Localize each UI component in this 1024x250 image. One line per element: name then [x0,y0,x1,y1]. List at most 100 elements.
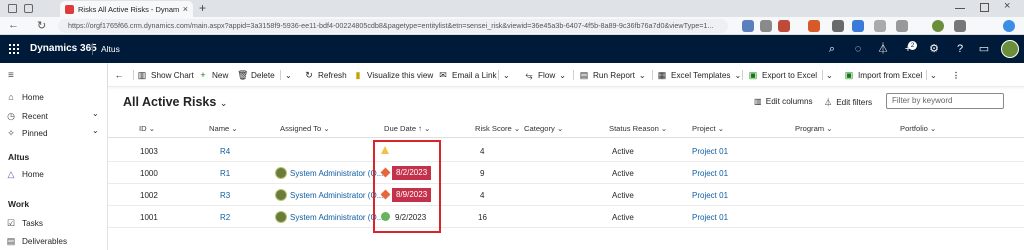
delete-button[interactable]: 🗑 Delete [237,69,275,81]
extension-a-icon[interactable] [742,20,754,32]
edit-columns-button[interactable]: ▥ Edit columns [754,96,813,107]
import-excel-label: Import from Excel [858,70,923,80]
minimize-icon[interactable] [955,8,965,9]
column-header-category[interactable]: Category ⌄ [524,124,563,133]
user-avatar-icon [275,211,287,223]
powerbi-icon: ▮ [355,69,361,80]
column-header-id[interactable]: ID ⌄ [139,124,155,133]
browser-tab-active[interactable]: Risks All Active Risks - Dynamics × [60,1,193,17]
cell-project-link[interactable]: Project 01 [692,191,728,200]
cell-project-link[interactable]: Project 01 [692,169,728,178]
run-report-button[interactable]: ▤ Run Report ⌄ [579,69,646,81]
search-icon[interactable]: ⌕ [826,43,838,55]
column-header-project[interactable]: Project ⌄ [692,124,724,133]
cell-assigned-link[interactable]: System Administrator (O... [290,213,383,222]
excel-icon: ▣ [844,69,854,80]
extension-d-icon[interactable] [808,20,820,32]
chevron-down-icon[interactable]: ⌄ [92,125,99,135]
chevron-down-icon[interactable]: ⌄ [92,108,99,118]
browser-menu-icon[interactable] [954,20,966,32]
email-dropdown-chevron-icon[interactable]: ⌄ [503,69,510,81]
sidebar-item-altus-home[interactable]: △ Home [0,166,108,182]
edit-filters-button[interactable]: ⏃ Edit filters [824,96,872,108]
filter-icon[interactable]: ⏃ [877,43,889,55]
extension-b-icon[interactable] [760,20,772,32]
sidebar-item-tasks[interactable]: ☑ Tasks [0,215,108,231]
pin-icon: ✧ [7,127,15,138]
tab-actions-icon[interactable] [8,4,17,13]
cell-project-link[interactable]: Project 01 [692,147,728,156]
help-icon[interactable]: ? [954,43,966,55]
export-dropdown-chevron-icon[interactable]: ⌄ [826,69,833,81]
new-tab-button[interactable]: + [199,1,206,15]
notification-badge[interactable]: 2 [908,41,917,50]
settings-gear-icon[interactable]: ⚙ [928,43,940,55]
column-header-status-reason[interactable]: Status Reason ⌄ [609,124,667,133]
view-selector[interactable]: All Active Risks ⌄ [123,95,227,109]
column-header-risk-score[interactable]: Risk Score ⌄ [475,124,520,133]
divider [498,70,499,80]
column-header-program[interactable]: Program ⌄ [795,124,833,133]
import-dropdown-chevron-icon[interactable]: ⌄ [930,69,937,81]
sidebar-item-recent[interactable]: ◷ Recent ⌄ [0,108,108,124]
excel-templates-button[interactable]: ▦ Excel Templates ⌄ [657,69,742,81]
close-window-icon[interactable]: × [1004,0,1010,12]
divider [280,70,281,80]
copilot-icon[interactable] [1003,20,1015,32]
chat-icon[interactable]: ▭ [978,43,990,55]
column-header-assigned-to[interactable]: Assigned To ⌄ [280,124,330,133]
cell-name-link[interactable]: R1 [220,169,230,178]
close-tab-icon[interactable]: × [183,4,188,14]
app-launcher-icon[interactable] [9,44,19,54]
extension-e-icon[interactable] [832,20,844,32]
cell-project-link[interactable]: Project 01 [692,213,728,222]
table-row[interactable] [108,140,1024,162]
filter-keyword-input[interactable]: Filter by keyword [886,93,1004,109]
back-button[interactable]: ← [114,69,124,81]
flow-button[interactable]: ⥃ Flow ⌄ [524,69,566,81]
reload-icon[interactable]: ↻ [37,19,46,32]
table-row[interactable] [108,206,1024,228]
app-name[interactable]: Dynamics 365 [30,43,97,54]
more-commands-icon[interactable]: ⋮ [952,69,960,81]
back-icon[interactable]: ← [8,19,19,31]
email-link-button[interactable]: ✉ Email a Link [438,69,496,81]
cell-name-link[interactable]: R2 [220,213,230,222]
visualize-view-button[interactable]: ▮ Visualize this view [353,69,434,81]
report-icon: ▤ [579,69,589,80]
flow-label: Flow [538,70,556,80]
column-header-name[interactable]: Name ⌄ [209,124,238,133]
cell-name-link[interactable]: R4 [220,147,230,156]
export-excel-button[interactable]: ▣ Export to Excel [748,69,817,81]
show-chart-button[interactable]: ▥ Show Chart [137,69,194,81]
refresh-button[interactable]: ↻ Refresh [304,69,346,81]
maximize-icon[interactable] [980,3,989,12]
new-button[interactable]: + New [198,69,228,81]
profile-icon[interactable] [932,20,944,32]
sidebar-item-home[interactable]: ⌂ Home [0,89,108,105]
collections-icon[interactable] [896,20,908,32]
url-field[interactable]: https://orgf1765f66.crm.dynamics.com/mai… [58,19,728,33]
excel-icon: ▣ [748,69,758,80]
cell-assigned-link[interactable]: System Administrator (O... [290,169,383,178]
lightbulb-icon[interactable]: ◌ [852,43,864,55]
cell-assigned-link[interactable]: System Administrator (O... [290,191,383,200]
extension-c-icon[interactable] [778,20,790,32]
user-avatar[interactable] [1001,40,1019,58]
import-excel-button[interactable]: ▣ Import from Excel [844,69,922,81]
flow-icon: ⥃ [525,69,533,80]
workspaces-icon[interactable] [24,4,33,13]
sidebar-item-deliverables[interactable]: ▤ Deliverables [0,233,108,249]
favorites-icon[interactable] [874,20,886,32]
table-row[interactable] [108,184,1024,206]
delete-dropdown-chevron-icon[interactable]: ⌄ [285,69,292,81]
column-header-due-date[interactable]: Due Date ↑ ⌄ [384,124,431,133]
sidebar-item-pinned[interactable]: ✧ Pinned ⌄ [0,125,108,141]
sort-ascending-icon: ↑ [418,124,423,133]
cell-status: Active [612,169,634,178]
extension-f-icon[interactable] [852,20,864,32]
hamburger-menu-icon[interactable]: ≡ [8,70,14,81]
table-row[interactable] [108,162,1024,184]
column-header-portfolio[interactable]: Portfolio ⌄ [900,124,936,133]
cell-name-link[interactable]: R3 [220,191,230,200]
